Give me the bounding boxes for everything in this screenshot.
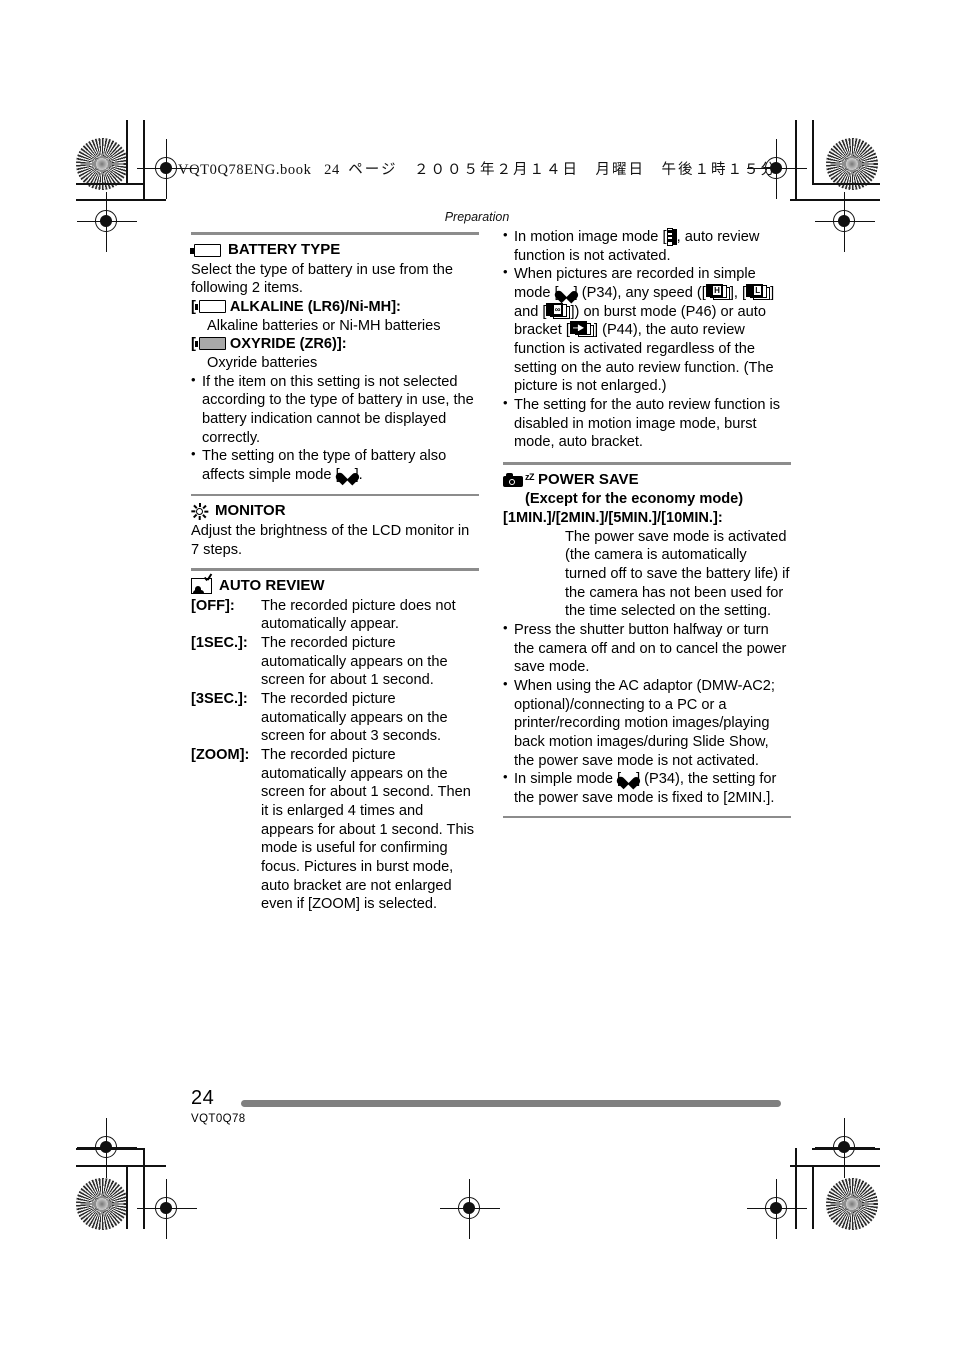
battery-outline-icon <box>190 243 221 257</box>
section-power-save: zZ POWER SAVE (Except for the economy mo… <box>503 471 791 808</box>
burst-infinite-icon: ∞ <box>546 302 571 319</box>
picture-check-icon <box>191 578 212 595</box>
auto-review-note-1-a: In motion image mode [ <box>514 229 667 245</box>
simple-mode-heart-icon <box>621 771 636 785</box>
running-head: Preparation <box>444 210 510 224</box>
motion-picture-film-icon <box>666 228 678 246</box>
power-save-zz-label: zZ <box>525 472 535 483</box>
book-stamp-line: VQT0Q78ENG.book 24 ページ ２００５年２月１４日 月曜日 午後… <box>178 158 777 179</box>
crop-mark-tl-v1 <box>126 120 128 184</box>
auto-review-note-1: In motion image mode [ ], auto review fu… <box>503 227 791 265</box>
auto-review-def-1sec: The recorded picture automatically appea… <box>261 635 448 689</box>
crop-mark-tr-h1 <box>812 183 880 185</box>
battery-option-alkaline-label: ALKALINE (LR6)/Ni-MH]: <box>229 299 401 316</box>
power-save-note-2: When using the AC adaptor (DMW-AC2; opti… <box>503 676 791 770</box>
registration-star-bottom-left <box>76 1178 128 1230</box>
registration-cross-bottom-right-inner <box>747 1179 807 1239</box>
battery-option-alkaline-term: [ALKALINE (LR6)/Ni-MH]: <box>191 298 479 317</box>
battery-note-2-text-a: The setting on the type of battery also … <box>202 448 447 484</box>
auto-bracket-icon <box>569 321 594 338</box>
auto-review-term-off: [OFF]: <box>191 597 235 614</box>
battery-filled-icon <box>194 337 226 351</box>
section-divider-battery-top <box>191 232 479 235</box>
simple-mode-heart-icon <box>559 285 574 299</box>
section-auto-review: AUTO REVIEW [OFF]: The recorded picture … <box>191 577 479 914</box>
document-code: VQT0Q78 <box>191 1113 246 1125</box>
simple-mode-heart-icon <box>340 467 355 481</box>
crop-mark-br-v1 <box>812 1165 814 1229</box>
power-save-note-3: In simple mode [] (P34), the setting for… <box>503 769 791 807</box>
power-save-term: [1MIN.]/[2MIN.]/[5MIN.]/[10MIN.]: <box>503 509 723 526</box>
section-divider-monitor <box>191 493 479 497</box>
section-monitor: MONITOR Adjust the brightness of the LCD… <box>191 502 479 559</box>
auto-review-note-2: When pictures are recorded in simple mod… <box>503 264 791 396</box>
auto-review-heading-label: AUTO REVIEW <box>219 576 325 594</box>
page-body: BATTERY TYPE Select the type of battery … <box>190 227 791 932</box>
battery-type-intro: Select the type of battery in use from t… <box>191 261 454 297</box>
section-battery-type: BATTERY TYPE Select the type of battery … <box>190 241 479 485</box>
section-divider-power-save <box>503 462 791 465</box>
battery-note-2: The setting on the type of battery also … <box>191 446 479 484</box>
registration-cross-bottom-center <box>440 1179 500 1239</box>
power-save-note-3-a: In simple mode [ <box>514 771 622 788</box>
monitor-body: Adjust the brightness of the LCD monitor… <box>191 523 470 558</box>
sun-brightness-icon <box>191 503 209 521</box>
crop-mark-tr-v1 <box>812 120 814 184</box>
battery-option-oxyride-term: [OXYRIDE (ZR6)]: <box>191 335 479 354</box>
power-save-definition: The power save mode is activated (the ca… <box>565 528 790 620</box>
auto-review-heading: AUTO REVIEW <box>191 577 479 596</box>
battery-option-alkaline-desc: Alkaline batteries or Ni-MH batteries <box>207 317 441 334</box>
book-stamp-page: 24 <box>324 162 340 178</box>
battery-type-heading-label: BATTERY TYPE <box>228 241 341 258</box>
registration-star-bottom-right <box>826 1178 878 1230</box>
battery-note-1: If the item on this setting is not selec… <box>191 372 479 448</box>
power-save-heading: zZ POWER SAVE <box>503 471 791 490</box>
section-divider-power-save-bottom <box>503 815 791 819</box>
auto-review-note-2-b: ] (P34), any speed ([ <box>573 285 706 302</box>
auto-review-def-off: The recorded picture does not automatica… <box>261 597 456 633</box>
monitor-heading-label: MONITOR <box>215 502 286 520</box>
power-save-subheading: (Except for the economy mode) <box>525 491 744 508</box>
auto-review-def-3sec: The recorded picture automatically appea… <box>261 691 448 745</box>
auto-review-notes: In motion image mode [ ], auto review fu… <box>503 227 791 452</box>
power-save-note-1: Press the shutter button halfway or turn… <box>503 620 791 677</box>
power-save-heading-label: POWER SAVE <box>538 470 639 488</box>
power-save-notes: Press the shutter button halfway or turn… <box>503 620 791 808</box>
right-column: In motion image mode [ ], auto review fu… <box>503 227 791 824</box>
left-column: BATTERY TYPE Select the type of battery … <box>190 232 479 914</box>
burst-high-icon: H <box>705 284 730 301</box>
battery-option-oxyride-desc: Oxyride batteries <box>207 355 318 372</box>
book-stamp-date: ページ ２００５年２月１４日 月曜日 午後１時１５分 <box>348 162 778 178</box>
monitor-heading: MONITOR <box>191 502 479 521</box>
crop-mark-bl-v1 <box>126 1165 128 1229</box>
page-number: 24 <box>191 1087 215 1109</box>
registration-cross-right-lower <box>815 1118 875 1178</box>
battery-option-oxyride-label: OXYRIDE (ZR6)]: <box>229 336 347 353</box>
crop-mark-tl-h1 <box>76 183 144 185</box>
book-stamp-filename: VQT0Q78ENG.book <box>178 162 312 178</box>
footer-rule-bar <box>241 1100 781 1107</box>
registration-cross-left-lower <box>77 1118 137 1178</box>
auto-review-note-2-c: ], [ <box>729 285 747 302</box>
camera-sleep-icon <box>503 472 524 488</box>
registration-cross-bottom-left-inner <box>137 1179 197 1239</box>
burst-low-icon: L <box>746 284 771 301</box>
auto-review-def-zoom: The recorded picture automatically appea… <box>261 747 475 913</box>
auto-review-term-3sec: [3SEC.]: <box>191 691 248 708</box>
battery-type-notes: If the item on this setting is not selec… <box>191 372 479 485</box>
section-divider-auto-review <box>191 568 479 571</box>
battery-outline-icon <box>194 300 226 314</box>
battery-type-heading: BATTERY TYPE <box>190 241 479 260</box>
auto-review-term-1sec: [1SEC.]: <box>191 635 248 651</box>
auto-review-definition-list: [OFF]: The recorded picture does not aut… <box>191 597 479 914</box>
auto-review-note-3: The setting for the auto review function… <box>503 395 791 452</box>
auto-review-term-zoom: [ZOOM]: <box>191 747 250 764</box>
